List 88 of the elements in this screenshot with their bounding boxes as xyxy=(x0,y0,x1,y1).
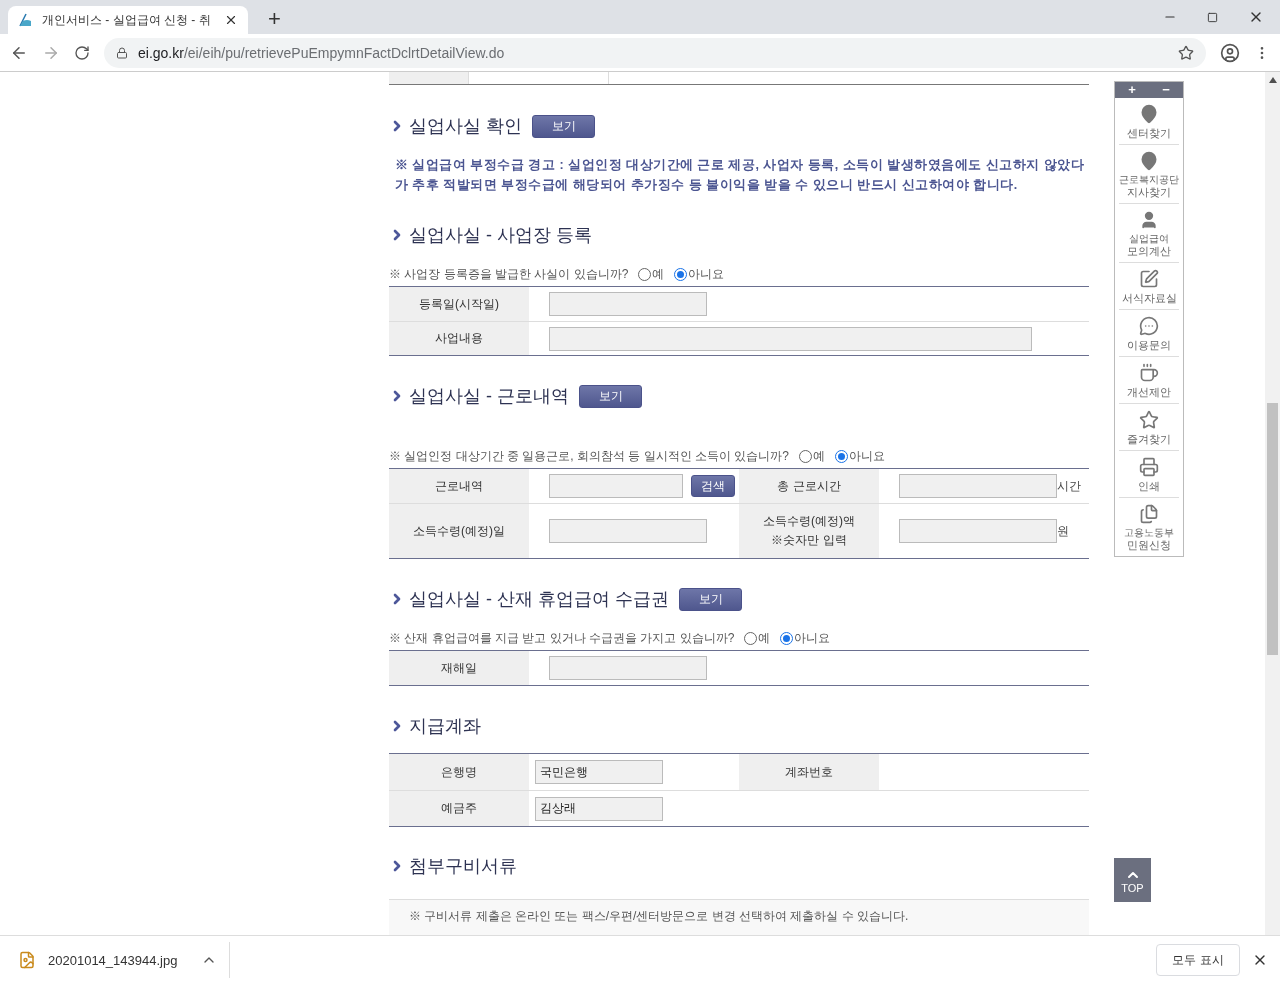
quick-menu-item[interactable]: 인쇄 xyxy=(1119,450,1179,497)
restore-icon[interactable] xyxy=(1207,11,1218,23)
search-button[interactable]: 검색 xyxy=(691,475,735,497)
browser-tab[interactable]: 개인서비스 - 실업급여 신청 - 취 xyxy=(8,6,248,34)
question-text: ※ 실업인정 대상기간 중 일용근로, 회의참석 등 일시적인 소득이 있습니까? xyxy=(389,447,789,465)
input-field[interactable] xyxy=(549,656,707,680)
field-label: 근로내역 xyxy=(389,469,529,503)
coffee-cup-icon xyxy=(1139,363,1159,383)
input-field[interactable] xyxy=(549,474,683,498)
input-field[interactable] xyxy=(899,474,1057,498)
field-note: ※숫자만 입력 xyxy=(771,532,847,549)
radio-label: 아니요 xyxy=(849,447,885,465)
section-heading: 지급계좌 xyxy=(409,715,481,738)
scrollbar[interactable] xyxy=(1265,72,1280,935)
lock-icon xyxy=(116,46,128,59)
view-button[interactable]: 보기 xyxy=(679,587,742,611)
field-label: 소득수령(예정)일 xyxy=(389,504,529,558)
chat-bubble-icon xyxy=(1139,316,1159,336)
scroll-up-icon[interactable] xyxy=(1268,77,1277,83)
input-field[interactable] xyxy=(549,519,707,543)
unit-label: 시간 xyxy=(1057,477,1081,495)
zoom-out-button[interactable]: − xyxy=(1158,83,1174,97)
radio-label: 예 xyxy=(758,629,771,647)
notice-text: ※ 구비서류 제출은 온라인 또는 팩스/우편/센터방문으로 변경 선택하여 제출하실 수 있습니다. xyxy=(409,908,910,925)
field-label: 예금주 xyxy=(389,791,529,826)
download-item[interactable]: 20201014_143944.jpg xyxy=(18,942,230,978)
field-label: 은행명 xyxy=(389,754,529,790)
radio-button[interactable] xyxy=(638,267,652,281)
input-field[interactable] xyxy=(549,292,707,316)
unit-label: 원 xyxy=(1057,522,1069,540)
close-icon[interactable] xyxy=(224,13,238,27)
quick-menu-item[interactable]: 실업급여 모의계산 xyxy=(1119,203,1179,262)
field-label: 소득수령(예정)액 xyxy=(763,513,855,530)
printer-icon xyxy=(1139,457,1159,477)
scroll-top-button[interactable]: TOP xyxy=(1114,858,1151,902)
radio-button[interactable] xyxy=(674,267,688,281)
warning-text: ※ 실업급여 부정수급 경고 : 실업인정 대상기간에 근로 제공, 사업자 등록, 소득이 발생하였음에도 신고하지 않았다가 추후 적발되면 부정수급에 해당되어 추가징수 등 불이익을 받을 수 있으니 반드시 신고하여야 합니다. xyxy=(395,157,1086,194)
profile-icon[interactable] xyxy=(1220,42,1240,63)
reload-icon[interactable] xyxy=(74,44,90,61)
url-text: ei.go.kr/ei/eih/pu/retrievePuEmpymnFactDclrtDetailView.do xyxy=(138,44,505,61)
field-label: 계좌번호 xyxy=(739,754,879,790)
view-button[interactable]: 보기 xyxy=(532,114,595,138)
zoom-in-button[interactable]: + xyxy=(1124,83,1140,97)
radio-label: 아니요 xyxy=(794,629,831,647)
input-field[interactable]: 국민은행 xyxy=(535,760,663,784)
radio-button[interactable] xyxy=(744,631,758,645)
scroll-thumb[interactable] xyxy=(1267,403,1278,655)
section-heading: 첨부구비서류 xyxy=(409,855,517,878)
bookmark-star-icon[interactable] xyxy=(1178,44,1194,61)
field-label: 총 근로시간 xyxy=(739,469,879,503)
new-tab-button[interactable]: + xyxy=(268,6,281,32)
radio-button[interactable] xyxy=(799,449,812,463)
person-icon xyxy=(1139,210,1159,230)
section-heading: 실업사실 - 산재 휴업급여 수급권 xyxy=(409,588,669,611)
tab-title: 개인서비스 - 실업급여 신청 - 취 xyxy=(42,11,212,29)
documents-icon xyxy=(1139,504,1159,524)
quick-menu-item[interactable]: 고용노동부 민원신청 xyxy=(1119,497,1179,556)
quick-menu-item[interactable]: 센터찾기 xyxy=(1119,98,1179,144)
question-text: ※ 산재 휴업급여를 지급 받고 있거나 수급권을 가지고 있습니까? xyxy=(389,629,735,647)
radio-label: 예 xyxy=(813,447,825,465)
pin-icon xyxy=(1139,104,1159,124)
section-heading: 실업사실 - 사업장 등록 xyxy=(409,224,592,247)
quick-menu-item[interactable]: 이용문의 xyxy=(1119,309,1179,356)
address-bar[interactable]: ei.go.kr/ei/eih/pu/retrievePuEmpymnFactDclrtDetailView.do xyxy=(104,37,1206,68)
show-all-button[interactable]: 모두 표시 xyxy=(1156,944,1240,976)
edit-icon xyxy=(1139,269,1159,289)
input-field[interactable]: 김상래 xyxy=(535,796,663,821)
radio-label: 아니요 xyxy=(688,265,725,283)
field-label: 재해일 xyxy=(389,651,529,685)
quick-menu-item[interactable]: 즐겨찾기 xyxy=(1119,403,1179,450)
pin-icon xyxy=(1139,151,1159,171)
section-heading: 실업사실 - 근로내역 xyxy=(409,385,569,408)
quick-menu-item[interactable]: 개선제안 xyxy=(1119,356,1179,403)
field-label: 등록일(시작일) xyxy=(389,287,529,321)
question-text: ※ 사업장 등록증을 발급한 사실이 있습니까? xyxy=(389,265,629,283)
field-label: 사업내용 xyxy=(389,322,529,355)
view-button[interactable]: 보기 xyxy=(579,384,642,408)
radio-label: 예 xyxy=(652,265,665,283)
star-icon xyxy=(1139,410,1159,430)
input-field[interactable] xyxy=(549,326,1032,351)
input-field[interactable] xyxy=(899,519,1057,543)
quick-menu-item[interactable]: 서식자료실 xyxy=(1119,262,1179,309)
radio-button[interactable] xyxy=(780,631,794,645)
quick-menu-item[interactable]: 근로복지공단 지사찾기 xyxy=(1119,144,1179,203)
image-file-icon xyxy=(18,951,36,969)
radio-button[interactable] xyxy=(835,449,848,463)
site-logo-icon xyxy=(18,12,34,28)
section-heading: 실업사실 확인 xyxy=(409,115,522,138)
